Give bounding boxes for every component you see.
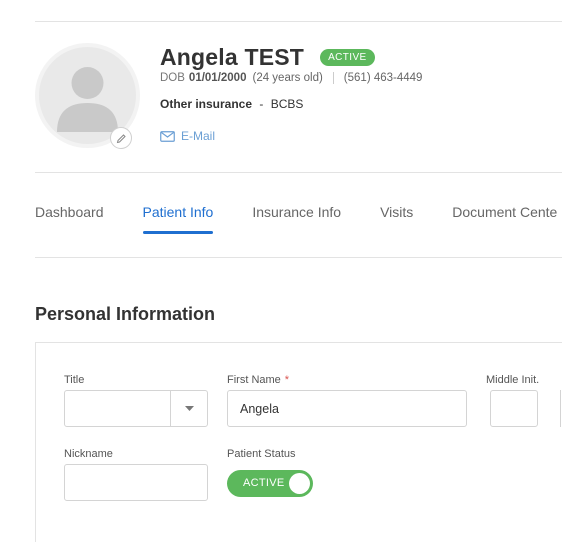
age-text: (24 years old): [252, 72, 323, 84]
tab-document-center[interactable]: Document Cente: [452, 204, 557, 232]
tab-dashboard[interactable]: Dashboard: [35, 204, 104, 232]
edit-avatar-button[interactable]: [110, 127, 132, 149]
patient-status-toggle[interactable]: ACTIVE: [227, 470, 313, 497]
patient-header: Angela TEST ACTIVE: [160, 44, 375, 71]
email-label: E-Mail: [181, 129, 216, 143]
insurance-separator: -: [259, 97, 264, 111]
email-link[interactable]: E-Mail: [160, 129, 215, 143]
phone-number: (561) 463-4449: [343, 72, 423, 84]
insurance-row: Other insurance - BCBS: [160, 97, 303, 111]
first-name-value: Angela: [240, 402, 279, 416]
dob-row: DOB 01/01/2000 (24 years old) (561) 463-…: [160, 72, 422, 84]
dob-label: DOB: [160, 72, 185, 84]
patient-status-label: Patient Status: [227, 448, 296, 460]
middle-init-label: Middle Init.: [486, 374, 540, 386]
first-name-input[interactable]: Angela: [227, 390, 467, 427]
nickname-input[interactable]: [64, 464, 208, 501]
nickname-label: Nickname: [64, 448, 113, 460]
title-label: Title: [64, 374, 85, 386]
envelope-icon: [160, 130, 175, 142]
header-divider: [35, 172, 562, 173]
top-divider: [35, 21, 562, 22]
toggle-knob: [289, 473, 310, 494]
middle-init-input[interactable]: [490, 390, 538, 427]
first-name-label: First Name *: [227, 374, 289, 386]
pencil-icon: [116, 133, 126, 143]
dob-value: 01/01/2000: [188, 72, 247, 84]
tab-patient-info[interactable]: Patient Info: [142, 204, 213, 234]
tab-visits[interactable]: Visits: [380, 204, 413, 232]
required-marker: *: [284, 374, 290, 386]
tabs-divider: [35, 257, 562, 258]
status-badge: ACTIVE: [320, 49, 375, 66]
tab-bar: Dashboard Patient Info Insurance Info Vi…: [35, 204, 562, 234]
caret-down-icon[interactable]: [170, 391, 207, 426]
patient-status-toggle-text: ACTIVE: [243, 477, 285, 489]
insurance-label: Other insurance: [160, 97, 253, 111]
title-select[interactable]: [64, 390, 208, 427]
divider: [332, 72, 334, 84]
tab-insurance-info[interactable]: Insurance Info: [252, 204, 341, 232]
personal-info-card: [35, 342, 562, 542]
patient-name: Angela TEST: [160, 44, 305, 70]
section-title: Personal Information: [35, 304, 216, 324]
insurance-value: BCBS: [270, 97, 304, 111]
first-name-label-text: First Name: [227, 374, 281, 386]
